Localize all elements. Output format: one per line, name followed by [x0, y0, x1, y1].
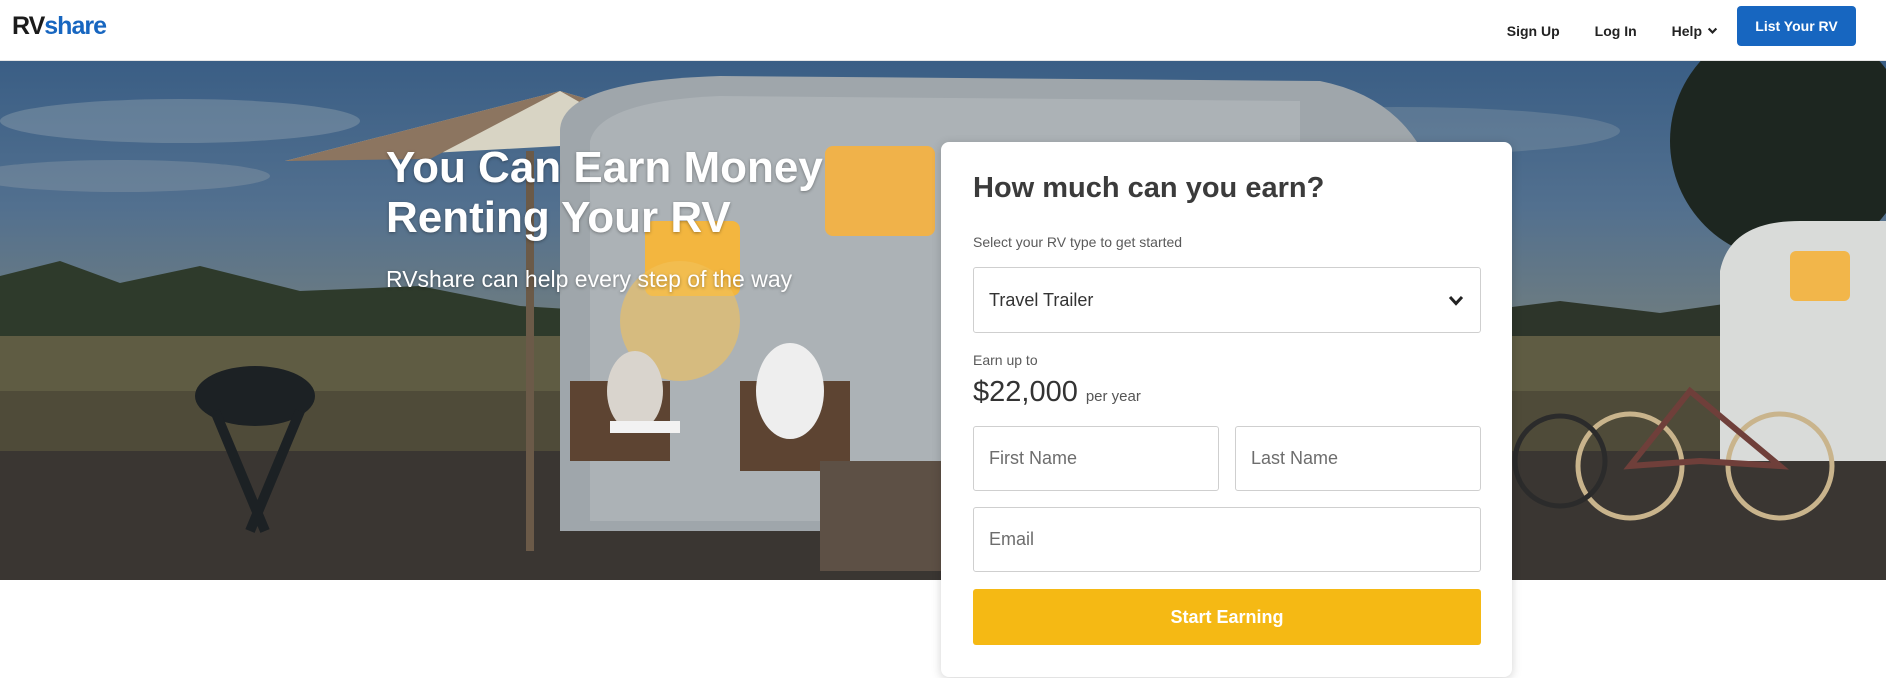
- logo-text-share: share: [44, 11, 107, 40]
- hero-title: You Can Earn Money Renting Your RV: [386, 143, 823, 242]
- form-title: How much can you earn?: [973, 172, 1325, 204]
- chevron-down-icon: [1707, 27, 1718, 35]
- earn-unit: per year: [1085, 388, 1141, 405]
- hero-subtitle: RVshare can help every step of the way: [386, 266, 793, 292]
- logo-text-rv: RV: [12, 11, 45, 40]
- email-field[interactable]: [973, 507, 1481, 572]
- last-name-field[interactable]: [1235, 426, 1481, 491]
- rv-type-select[interactable]: Travel Trailer: [973, 267, 1481, 333]
- log-in-link[interactable]: Log In: [1595, 23, 1637, 39]
- earnings-form-card: How much can you earn? Select your RV ty…: [941, 142, 1512, 677]
- help-menu-label: Help: [1671, 22, 1702, 39]
- start-earning-button[interactable]: Start Earning: [973, 589, 1481, 645]
- rv-type-hint: Select your RV type to get started: [973, 234, 1183, 250]
- site-header: RV share Sign Up Log In Help List Your RV: [0, 0, 1886, 61]
- sign-up-link[interactable]: Sign Up: [1507, 23, 1560, 39]
- rvshare-logo[interactable]: RV share: [12, 11, 107, 41]
- list-your-rv-button[interactable]: List Your RV: [1737, 6, 1856, 46]
- earn-label: Earn up to: [973, 352, 1038, 368]
- earn-amount: $22,000: [973, 376, 1078, 408]
- rv-type-selected-value: Travel Trailer: [989, 289, 1094, 310]
- help-menu[interactable]: Help: [1672, 23, 1718, 39]
- first-name-field[interactable]: [973, 426, 1219, 491]
- chevron-down-icon: [1448, 295, 1464, 306]
- earnings-estimate: $22,000 per year: [973, 376, 1141, 409]
